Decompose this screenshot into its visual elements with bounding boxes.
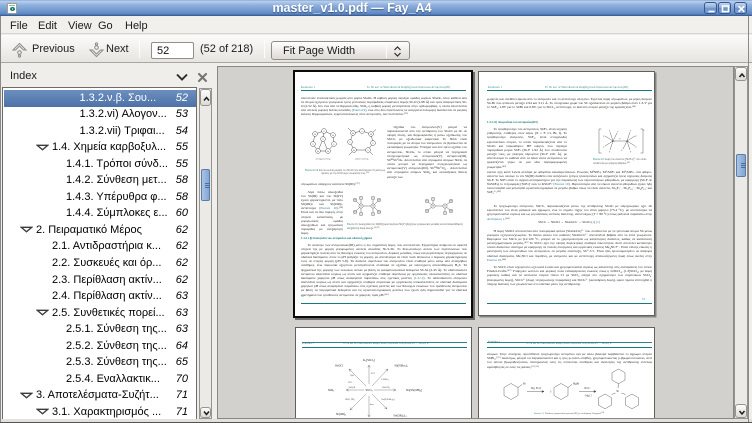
svg-text:Na[Sb(OH)6]: Na[Sb(OH)6] xyxy=(406,388,422,393)
svg-text:Sb: Sb xyxy=(626,140,629,143)
svg-text:F: F xyxy=(617,131,619,134)
svg-text:Sb: Sb xyxy=(327,150,329,152)
svg-text:Sb: Sb xyxy=(612,140,615,143)
svg-text:ROH, NH3: ROH, NH3 xyxy=(345,399,355,401)
svg-text:F: F xyxy=(619,138,621,141)
svg-text:F: F xyxy=(630,151,632,154)
svg-text:F: F xyxy=(603,146,605,149)
svg-text:Mg, Et2O: Mg, Et2O xyxy=(531,387,541,390)
svg-text:Sb: Sb xyxy=(372,205,374,207)
svg-text:H2O: H2O xyxy=(350,375,354,377)
svg-text:SbCl3: SbCl3 xyxy=(584,387,590,390)
svg-text:Sb: Sb xyxy=(317,150,319,152)
svg-text:F: F xyxy=(636,146,638,149)
svg-text:SbH3/R: SbH3/R xyxy=(349,387,356,389)
svg-text:Sb(OR)3: Sb(OR)3 xyxy=(336,412,346,417)
svg-text:σεναρμοντίτης: σεναρμοντίτης xyxy=(316,157,331,160)
svg-text:SbOCl: SbOCl xyxy=(335,364,343,368)
svg-text:F: F xyxy=(630,130,632,133)
svg-text:KCl: KCl xyxy=(371,373,375,375)
svg-text:Na[N(SiMe3)2]: Na[N(SiMe3)2] xyxy=(381,398,395,401)
svg-text:MgBr: MgBr xyxy=(573,383,579,386)
svg-text:F: F xyxy=(636,135,638,138)
svg-text:Sb: Sb xyxy=(352,132,354,134)
svg-text:Sb(OR)3L2: Sb(OR)3L2 xyxy=(393,414,406,419)
svg-text:NaOCH3: NaOCH3 xyxy=(382,387,390,389)
svg-text:LiNMe2: LiNMe2 xyxy=(381,379,388,381)
svg-text:Sb: Sb xyxy=(444,205,446,207)
svg-text:-MgCl: -MgCl xyxy=(585,395,592,398)
svg-text:Sb: Sb xyxy=(360,205,362,207)
svg-text:Sb: Sb xyxy=(314,133,316,135)
svg-text:F: F xyxy=(622,149,624,152)
svg-text:Br: Br xyxy=(523,383,526,386)
svg-text:3: 3 xyxy=(550,391,552,394)
svg-text:SbR3: SbR3 xyxy=(328,388,334,393)
svg-text:Sb(NMe2)3: Sb(NMe2)3 xyxy=(394,364,407,369)
svg-text:Sb: Sb xyxy=(353,149,355,151)
svg-text:F: F xyxy=(609,130,611,133)
svg-text:base: base xyxy=(370,404,374,406)
svg-text:F: F xyxy=(609,151,611,154)
svg-text:K2[SbCl5]: K2[SbCl5] xyxy=(363,358,375,363)
svg-text:HCl: HCl xyxy=(348,382,352,384)
svg-text:βαλεντινίτης: βαλεντινίτης xyxy=(356,157,369,160)
svg-text:Sb: Sb xyxy=(432,205,434,207)
svg-text:Sb: Sb xyxy=(616,390,619,393)
svg-text:2-: 2- xyxy=(643,130,645,132)
svg-text:F: F xyxy=(603,135,605,138)
svg-text:Sb: Sb xyxy=(370,133,372,135)
svg-text:Sb: Sb xyxy=(332,134,334,136)
svg-text:SbCl3: SbCl3 xyxy=(365,388,372,393)
